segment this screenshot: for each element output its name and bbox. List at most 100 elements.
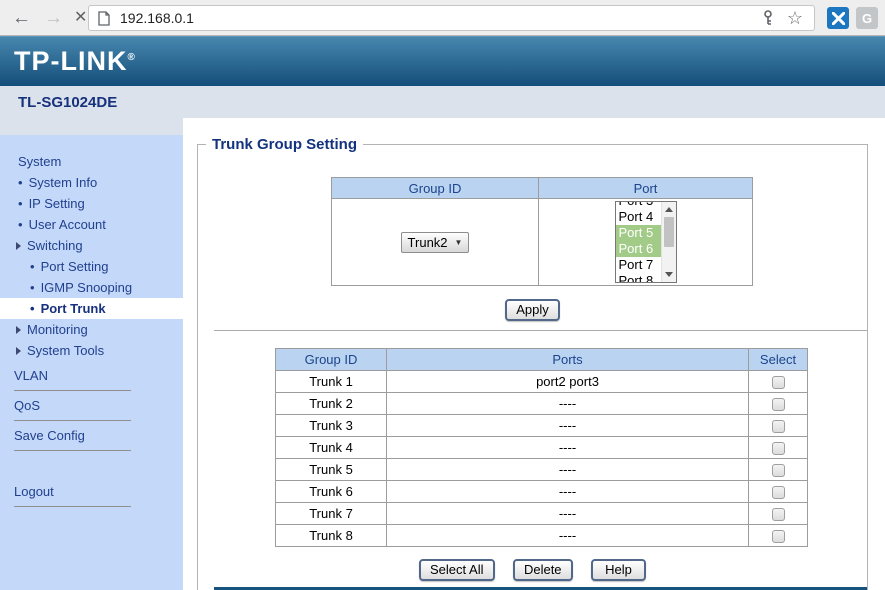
sidebar-item-qos[interactable]: QoS <box>14 396 131 421</box>
table-row: Trunk 7 ---- <box>276 503 808 525</box>
column-header-select: Select <box>749 349 808 371</box>
help-button[interactable]: Help <box>591 559 646 581</box>
trunk-ports: ---- <box>387 503 749 525</box>
browser-toolbar: ← → ✕ 192.168.0.1 ☆ G <box>0 0 885 36</box>
port-listbox[interactable]: Port 3 Port 4 Port 5 Port 6 Port 7 Port … <box>615 201 677 283</box>
trunk-name: Trunk 8 <box>276 525 387 547</box>
expand-arrow-icon <box>16 326 21 334</box>
profile-g-icon[interactable]: G <box>856 7 878 29</box>
expand-arrow-icon <box>16 347 21 355</box>
apply-button[interactable]: Apply <box>505 299 560 321</box>
sidebar-nav: System •System Info •IP Setting •User Ac… <box>0 118 183 590</box>
trunk-select-checkbox[interactable] <box>772 420 785 433</box>
column-header-ports: Ports <box>387 349 749 371</box>
sidebar-item-system[interactable]: System <box>0 151 183 172</box>
table-row: Trunk 3 ---- <box>276 415 808 437</box>
trunk-ports: ---- <box>387 459 749 481</box>
forward-icon[interactable]: → <box>44 8 63 27</box>
trunk-name: Trunk 5 <box>276 459 387 481</box>
extension-icon[interactable] <box>827 7 849 29</box>
sidebar-item-system-tools[interactable]: System Tools <box>0 340 183 361</box>
trunk-ports: ---- <box>387 525 749 547</box>
section-divider <box>214 330 867 331</box>
trunk-group-setting-panel: Trunk Group Setting Group ID Port Trunk2… <box>197 136 868 590</box>
trunk-select-checkbox[interactable] <box>772 530 785 543</box>
trunk-select-checkbox[interactable] <box>772 398 785 411</box>
sidebar-item-user-account[interactable]: •User Account <box>0 214 183 235</box>
trunk-group-select[interactable]: Trunk2 ▼ <box>401 232 470 253</box>
page-title: Trunk Group Setting <box>206 136 363 153</box>
bullet-icon: • <box>30 280 35 295</box>
table-row: Trunk 1 port2 port3 <box>276 371 808 393</box>
bullet-icon: • <box>30 259 35 274</box>
trunk-ports: ---- <box>387 415 749 437</box>
scroll-down-icon[interactable] <box>662 268 676 281</box>
select-all-button[interactable]: Select All <box>419 559 494 581</box>
trunk-name: Trunk 2 <box>276 393 387 415</box>
trunk-ports: ---- <box>387 481 749 503</box>
trunk-ports: port2 port3 <box>387 371 749 393</box>
trunk-name: Trunk 4 <box>276 437 387 459</box>
sidebar-item-ip-setting[interactable]: •IP Setting <box>0 193 183 214</box>
sidebar-item-port-trunk[interactable]: •Port Trunk <box>0 298 183 319</box>
table-row: Trunk 6 ---- <box>276 481 808 503</box>
trunk-select-checkbox[interactable] <box>772 376 785 389</box>
brand-banner: TP-LINK® <box>0 36 885 86</box>
scrollbar-thumb[interactable] <box>664 217 674 247</box>
listbox-scrollbar[interactable] <box>661 202 676 282</box>
trunk-name: Trunk 1 <box>276 371 387 393</box>
trunk-select-checkbox[interactable] <box>772 508 785 521</box>
scroll-up-icon[interactable] <box>662 203 676 216</box>
table-row: Trunk 8 ---- <box>276 525 808 547</box>
port-option[interactable]: Port 4 <box>616 209 661 225</box>
expand-arrow-icon <box>16 242 21 250</box>
group-id-cell: Trunk2 ▼ <box>332 199 539 286</box>
url-text[interactable]: 192.168.0.1 <box>120 10 194 26</box>
key-icon[interactable] <box>762 10 774 26</box>
stop-icon[interactable]: ✕ <box>74 10 87 26</box>
trunk-select-checkbox[interactable] <box>772 486 785 499</box>
table-row: Trunk 5 ---- <box>276 459 808 481</box>
column-header-group-id: Group ID <box>332 178 539 199</box>
sidebar-item-igmp-snooping[interactable]: •IGMP Snooping <box>0 277 183 298</box>
trunk-ports: ---- <box>387 393 749 415</box>
chevron-down-icon: ▼ <box>455 238 463 247</box>
bullet-icon: • <box>18 196 23 211</box>
sidebar-item-vlan[interactable]: VLAN <box>14 366 131 391</box>
column-header-group-id: Group ID <box>276 349 387 371</box>
tplink-logo: TP-LINK® <box>14 46 136 77</box>
trunk-ports: ---- <box>387 437 749 459</box>
page-icon <box>98 11 110 26</box>
address-bar[interactable]: 192.168.0.1 ☆ <box>88 5 815 31</box>
bookmark-star-icon[interactable]: ☆ <box>787 9 803 27</box>
sidebar-item-logout[interactable]: Logout <box>14 482 131 507</box>
sidebar-item-port-setting[interactable]: •Port Setting <box>0 256 183 277</box>
sidebar-item-switching[interactable]: Switching <box>0 235 183 256</box>
bullet-icon: • <box>18 217 23 232</box>
bullet-icon: • <box>30 301 35 316</box>
column-header-port: Port <box>539 178 753 199</box>
model-band: TL-SG1024DE <box>0 86 885 118</box>
trunk-name: Trunk 6 <box>276 481 387 503</box>
port-option[interactable]: Port 7 <box>616 257 661 273</box>
model-name: TL-SG1024DE <box>18 94 117 111</box>
port-option[interactable]: Port 5 <box>616 225 661 241</box>
trunk-name: Trunk 3 <box>276 415 387 437</box>
delete-button[interactable]: Delete <box>513 559 573 581</box>
sidebar-item-monitoring[interactable]: Monitoring <box>0 319 183 340</box>
trunk-select-checkbox[interactable] <box>772 442 785 455</box>
sidebar-item-system-info[interactable]: •System Info <box>0 172 183 193</box>
port-option[interactable]: Port 8 <box>616 273 661 283</box>
trunk-list-table: Group ID Ports Select Trunk 1 port2 port… <box>275 348 808 547</box>
content-area: Trunk Group Setting Group ID Port Trunk2… <box>183 118 885 590</box>
trunk-select-checkbox[interactable] <box>772 464 785 477</box>
back-icon[interactable]: ← <box>12 8 31 27</box>
bullet-icon: • <box>18 175 23 190</box>
sidebar-item-save-config[interactable]: Save Config <box>14 426 131 451</box>
port-option[interactable]: Port 6 <box>616 241 661 257</box>
table-row: Trunk 4 ---- <box>276 437 808 459</box>
port-option[interactable]: Port 3 <box>616 201 661 209</box>
trunk-name: Trunk 7 <box>276 503 387 525</box>
port-cell: Port 3 Port 4 Port 5 Port 6 Port 7 Port … <box>539 199 753 286</box>
trunk-setting-table: Group ID Port Trunk2 ▼ Port 3 <box>331 177 753 286</box>
